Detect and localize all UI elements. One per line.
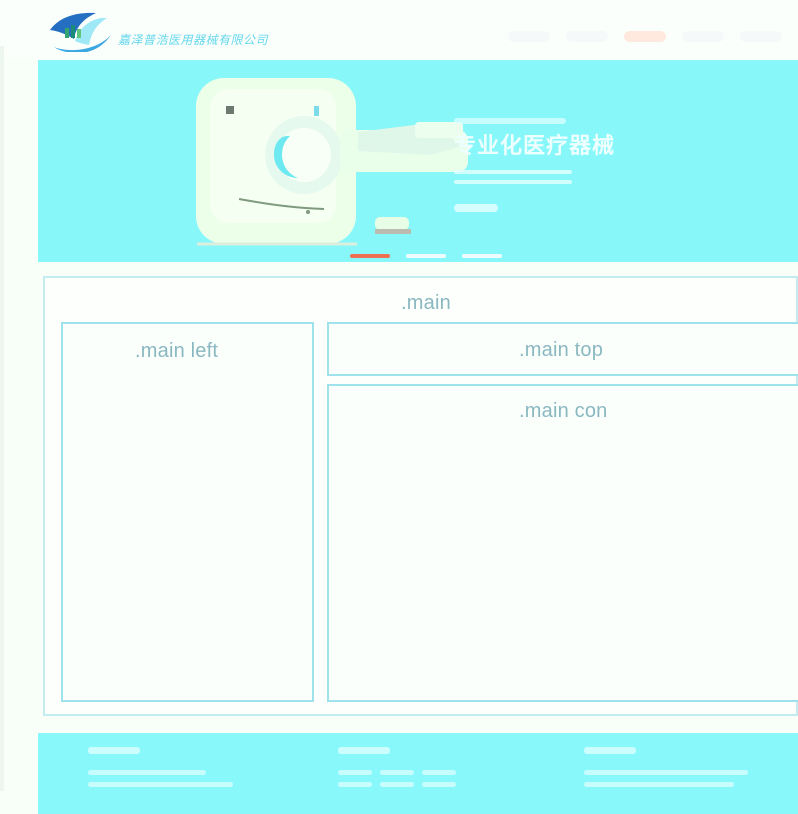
hero-detail-line-2 — [454, 180, 572, 184]
hero-banner: 专业化医疗器械 — [38, 60, 798, 262]
top-navigation-bar: 嘉泽普浩医用器械有限公司 — [0, 0, 798, 60]
carousel-indicator-3[interactable] — [462, 254, 502, 258]
footer-links-column — [338, 747, 548, 807]
footer-link-row-2 — [338, 782, 548, 787]
footer-address-line-2 — [584, 782, 734, 787]
footer-address-column — [584, 747, 794, 807]
company-name: 嘉泽普浩医用器械有限公司 — [118, 33, 269, 47]
carousel-indicator-1-active[interactable] — [350, 254, 390, 258]
footer-link-6[interactable] — [422, 782, 456, 787]
hero-kicker-line — [454, 118, 566, 124]
footer-address-line-1 — [584, 770, 748, 775]
footer-link-5[interactable] — [380, 782, 414, 787]
ct-scanner-illustration — [196, 78, 468, 246]
main-top-label: .main top — [519, 339, 604, 361]
footer-link-4[interactable] — [338, 782, 372, 787]
footer-contact-line-2[interactable] — [88, 782, 233, 787]
nav-item-2[interactable] — [566, 30, 608, 42]
main-left-box: .main left — [61, 322, 314, 702]
hero-title: 专业化医疗器械 — [454, 133, 616, 158]
hero-copy: 专业化医疗器械 — [454, 118, 664, 228]
footer-link-2[interactable] — [380, 770, 414, 775]
carousel-indicators — [350, 254, 502, 258]
nav-item-5[interactable] — [740, 30, 782, 42]
footer-link-1[interactable] — [338, 770, 372, 775]
brand-logo[interactable] — [44, 8, 114, 52]
main-menu — [508, 28, 782, 44]
nav-item-3-active[interactable] — [624, 30, 666, 42]
footer-address-heading — [584, 747, 636, 754]
main-layout-box: .main .main left .main top .main con — [43, 276, 798, 716]
footer-link-3[interactable] — [422, 770, 456, 775]
hero-button[interactable] — [454, 204, 498, 212]
main-content-box: .main con — [327, 384, 798, 702]
footer-link-row-1 — [338, 770, 548, 775]
site-footer — [38, 733, 798, 814]
nav-item-1[interactable] — [508, 30, 550, 42]
hero-detail-lines — [454, 170, 572, 184]
main-top-box: .main top — [327, 322, 798, 376]
nav-item-4[interactable] — [682, 30, 724, 42]
hero-detail-line-1 — [454, 170, 572, 174]
carousel-indicator-2[interactable] — [406, 254, 446, 258]
main-content-label: .main con — [519, 400, 608, 422]
company-page: 嘉泽普浩医用器械有限公司 专业化医疗器械 .main .main left .m… — [0, 0, 798, 814]
footer-links-heading — [338, 747, 390, 754]
footer-contact-heading — [88, 747, 140, 754]
footer-contact-column — [88, 747, 298, 807]
brand-logo-icon — [50, 12, 111, 52]
main-left-label: .main left — [135, 340, 219, 362]
main-layout-label: .main — [401, 292, 451, 314]
footer-contact-line-1[interactable] — [88, 770, 206, 775]
left-page-edge — [0, 46, 4, 791]
